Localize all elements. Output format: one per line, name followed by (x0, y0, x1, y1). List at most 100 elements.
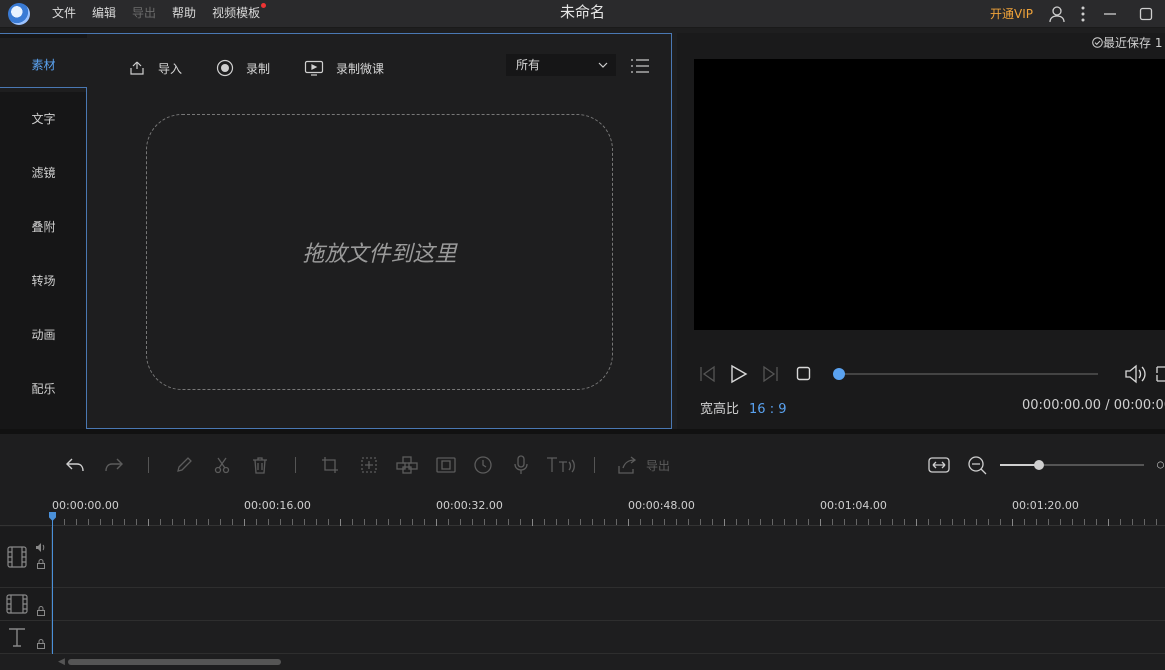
ruler-tick (976, 519, 977, 525)
ruler-tick (64, 519, 65, 525)
ruler-tick (628, 519, 629, 526)
export-label[interactable]: 导出 (646, 457, 670, 474)
ruler-tick (640, 519, 641, 525)
vip-button[interactable]: 开通VIP (990, 5, 1033, 22)
user-icon[interactable] (1046, 3, 1068, 25)
fullscreen-icon[interactable] (1156, 364, 1165, 387)
ruler-tick (76, 519, 77, 525)
record-lesson-label: 录制微课 (336, 61, 385, 76)
ruler-tick (172, 519, 173, 525)
prev-frame-icon[interactable] (698, 364, 716, 387)
ruler-tick (832, 519, 833, 525)
sidebar-item-transitions[interactable]: 转场 (0, 254, 87, 308)
timeline-zoom-slider[interactable] (1000, 460, 1144, 470)
import-label: 导入 (158, 61, 183, 76)
minimize-icon[interactable] (1099, 3, 1121, 25)
sidebar-item-animations[interactable]: 动画 (0, 308, 87, 362)
ruler-tick (892, 519, 893, 525)
ruler-tick (652, 519, 653, 525)
sidebar-item-text[interactable]: 文字 (0, 92, 87, 146)
text-to-speech-icon[interactable] (546, 454, 576, 476)
ruler-tick (1072, 519, 1073, 525)
playhead[interactable] (49, 512, 56, 655)
ruler-tick (1144, 519, 1145, 525)
ruler-tick (820, 519, 821, 526)
ruler-tick (496, 519, 497, 525)
volume-icon[interactable] (1124, 364, 1146, 387)
ruler-label: 00:00:48.00 (628, 499, 695, 512)
ruler-tick (928, 519, 929, 525)
text-track[interactable] (0, 621, 1165, 654)
scrollbar-thumb[interactable] (68, 659, 281, 665)
ruler-tick (544, 519, 545, 525)
crop-icon[interactable] (319, 454, 341, 476)
ruler-tick (112, 519, 113, 525)
video-track[interactable] (0, 527, 1165, 588)
timeline-scrollbar[interactable]: ◀ (0, 654, 1165, 670)
zoom-out-icon[interactable] (966, 454, 988, 476)
sidebar-item-music[interactable]: 配乐 (0, 362, 87, 416)
ruler-tick (616, 519, 617, 525)
ruler-tick (940, 519, 941, 525)
redo-icon[interactable] (103, 454, 125, 476)
ruler-tick (700, 519, 701, 525)
cut-icon[interactable] (211, 454, 233, 476)
ruler-tick (1000, 519, 1001, 525)
import-button[interactable]: 导入 (128, 60, 182, 77)
lock-icon (37, 639, 45, 649)
zoom-in-icon[interactable] (1156, 454, 1165, 476)
track-header (0, 527, 52, 587)
ruler-tick (664, 519, 665, 525)
ruler-tick (364, 519, 365, 525)
more-icon[interactable] (1072, 3, 1094, 25)
edit-pencil-icon[interactable] (173, 454, 195, 476)
export-share-icon[interactable] (616, 454, 638, 476)
freeze-frame-icon[interactable] (435, 454, 457, 476)
maximize-icon[interactable] (1135, 3, 1157, 25)
play-icon[interactable] (730, 364, 748, 387)
ruler-tick (916, 519, 917, 526)
sidebar-item-overlays[interactable]: 叠附 (0, 200, 87, 254)
list-view-icon[interactable] (630, 58, 650, 77)
ruler-tick (1060, 519, 1061, 525)
speaker-icon (36, 543, 45, 552)
ruler-tick (532, 519, 533, 526)
scroll-left-icon[interactable]: ◀ (58, 657, 65, 667)
ruler-tick (292, 519, 293, 525)
fit-timeline-icon[interactable] (928, 454, 950, 476)
stop-icon[interactable] (796, 366, 812, 385)
sidebar-item-filters[interactable]: 滤镜 (0, 146, 87, 200)
ruler-tick (400, 519, 401, 525)
ruler-tick (148, 519, 149, 526)
zoom-region-icon[interactable] (358, 454, 380, 476)
aspect-ratio-value[interactable]: 16 : 9 (749, 402, 786, 417)
ruler-tick (448, 519, 449, 525)
ruler-tick (772, 519, 773, 525)
next-frame-icon[interactable] (762, 364, 780, 387)
zoom-slider-knob[interactable] (1034, 460, 1044, 470)
ruler-tick (736, 519, 737, 525)
ruler-tick (268, 519, 269, 525)
media-panel: 素材 文字 滤镜 叠附 转场 动画 配乐 导入 录制 录制微课 所有 拖放文件到 (0, 33, 672, 430)
media-filter-select[interactable]: 所有 (506, 54, 616, 76)
ruler-tick (100, 519, 101, 525)
record-button[interactable]: 录制 (216, 59, 270, 77)
sidebar-item-media[interactable]: 素材 (0, 38, 87, 92)
progress-knob[interactable] (833, 368, 845, 380)
duration-clock-icon[interactable] (472, 454, 494, 476)
voiceover-mic-icon[interactable] (510, 454, 532, 476)
overlay-track[interactable] (0, 588, 1165, 621)
film-strip-icon (6, 594, 28, 614)
undo-icon[interactable] (64, 454, 86, 476)
ruler-ticks (52, 519, 1165, 526)
toolbar-separator (295, 457, 296, 473)
drop-zone[interactable]: 拖放文件到这里 (146, 114, 613, 390)
ruler-tick (1156, 519, 1157, 525)
screen-record-icon (304, 60, 324, 76)
delete-icon[interactable] (249, 454, 271, 476)
record-lesson-button[interactable]: 录制微课 (304, 60, 384, 77)
playback-progress-bar[interactable] (833, 368, 1098, 380)
ruler-tick (1084, 519, 1085, 525)
ruler-tick (724, 519, 725, 526)
mosaic-icon[interactable] (396, 454, 418, 476)
